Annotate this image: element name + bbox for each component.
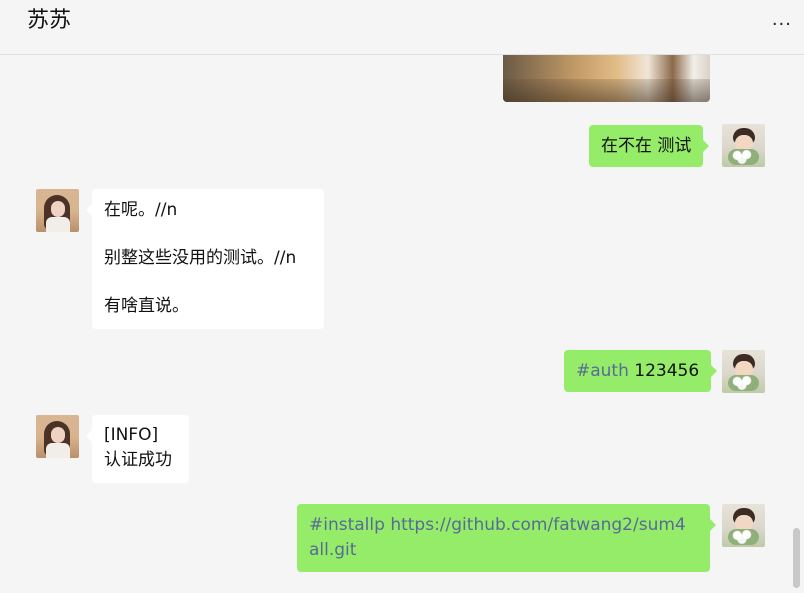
avatar-face	[51, 427, 65, 443]
install-link[interactable]: all.git	[309, 538, 698, 563]
message-text: 在不在 测试	[601, 136, 692, 156]
message-line: 认证成功	[104, 450, 172, 470]
message-bubble[interactable]: #installp https://github.com/fatwang2/su…	[297, 504, 716, 572]
my-avatar[interactable]	[722, 350, 765, 393]
scrollbar[interactable]	[793, 528, 800, 588]
avatar-flowers	[728, 375, 759, 391]
avatar-dress	[46, 217, 70, 232]
contact-avatar[interactable]	[36, 189, 79, 232]
message-text: 123456	[628, 361, 700, 381]
message-line: [INFO]	[104, 425, 159, 445]
sea-waves	[503, 79, 710, 102]
message-line: 有啥直说。	[104, 296, 189, 316]
avatar-flowers	[728, 529, 759, 545]
message-bubble[interactable]: [INFO] 认证成功	[86, 415, 189, 483]
avatar-dress	[46, 443, 70, 458]
hashtag-link[interactable]: #auth	[576, 361, 629, 381]
my-avatar[interactable]	[722, 504, 765, 547]
more-icon[interactable]: ···	[772, 14, 792, 35]
message-bubble[interactable]: 在不在 测试	[589, 125, 710, 167]
avatar-flowers	[728, 149, 759, 165]
avatar-face	[51, 201, 65, 217]
message-bubble[interactable]: 在呢。//n 别整这些没用的测试。//n 有啥直说。	[86, 189, 324, 329]
message-line: 别整这些没用的测试。//n	[104, 248, 297, 268]
install-link[interactable]: #installp https://github.com/fatwang2/su…	[309, 513, 698, 538]
message-list[interactable]: 在不在 测试 在呢。//n 别整这些没用的测试。//n 有啥直说。 #auth …	[0, 55, 804, 593]
message-line: 在呢。//n	[104, 200, 178, 220]
my-avatar[interactable]	[722, 124, 765, 167]
contact-avatar[interactable]	[36, 415, 79, 458]
contact-name[interactable]: 苏苏	[27, 2, 71, 34]
chat-header: 苏苏 ···	[0, 0, 804, 55]
image-message[interactable]	[503, 55, 710, 102]
message-bubble[interactable]: #auth 123456	[564, 350, 718, 392]
